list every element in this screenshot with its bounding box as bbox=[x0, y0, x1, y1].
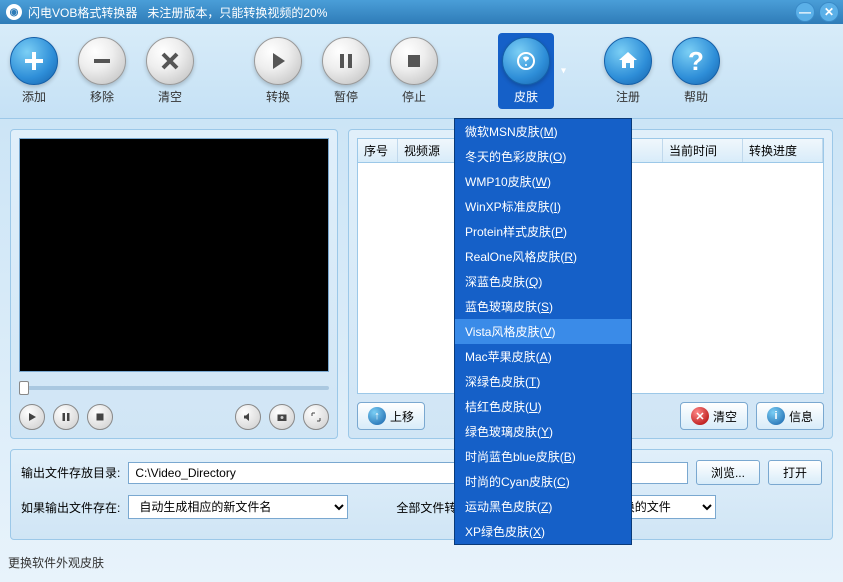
output-dir-label: 输出文件存放目录: bbox=[21, 464, 120, 481]
skin-menu-item[interactable]: Mac苹果皮肤(A) bbox=[455, 344, 631, 369]
stop-button[interactable]: 停止 bbox=[390, 37, 438, 105]
col-index[interactable]: 序号 bbox=[358, 139, 398, 162]
skin-menu-item[interactable]: 时尚的Cyan皮肤(C) bbox=[455, 469, 631, 494]
app-subtitle: 未注册版本，只能转换视频的20% bbox=[147, 4, 327, 21]
stop-icon bbox=[94, 411, 106, 423]
minus-icon bbox=[90, 49, 114, 73]
minimize-button[interactable]: — bbox=[795, 2, 815, 22]
home-icon bbox=[616, 49, 640, 73]
media-snapshot-button[interactable] bbox=[269, 404, 295, 430]
media-play-button[interactable] bbox=[19, 404, 45, 430]
skin-menu-item[interactable]: RealOne风格皮肤(R) bbox=[455, 244, 631, 269]
clear-button[interactable]: 清空 bbox=[146, 37, 194, 105]
media-stop-button[interactable] bbox=[87, 404, 113, 430]
seek-slider[interactable] bbox=[19, 378, 329, 398]
col-progress[interactable]: 转换进度 bbox=[743, 139, 823, 162]
if-exists-select[interactable]: 自动生成相应的新文件名 bbox=[128, 495, 348, 519]
media-controls bbox=[19, 404, 329, 430]
col-source[interactable]: 视频源 bbox=[398, 139, 458, 162]
skin-menu-item[interactable]: 绿色玻璃皮肤(Y) bbox=[455, 419, 631, 444]
pause-button[interactable]: 暂停 bbox=[322, 37, 370, 105]
expand-icon bbox=[310, 411, 322, 423]
video-preview bbox=[19, 138, 329, 372]
info-icon: i bbox=[767, 407, 785, 425]
skin-menu-item[interactable]: XP绿色皮肤(X) bbox=[455, 519, 631, 544]
skin-menu-item[interactable]: 冬天的色彩皮肤(O) bbox=[455, 144, 631, 169]
status-bar: 更换软件外观皮肤 bbox=[0, 550, 843, 575]
skin-button[interactable]: 皮肤 bbox=[502, 37, 550, 105]
skin-menu-item[interactable]: 蓝色玻璃皮肤(S) bbox=[455, 294, 631, 319]
x-icon: ✕ bbox=[691, 407, 709, 425]
if-exists-label: 如果输出文件存在: bbox=[21, 499, 120, 516]
skin-menu-item[interactable]: 时尚蓝色blue皮肤(B) bbox=[455, 444, 631, 469]
add-button[interactable]: 添加 bbox=[10, 37, 58, 105]
skin-menu-item[interactable]: 运动黑色皮肤(Z) bbox=[455, 494, 631, 519]
help-button[interactable]: ? 帮助 bbox=[672, 37, 720, 105]
browse-button[interactable]: 浏览... bbox=[696, 460, 760, 485]
media-fullscreen-button[interactable] bbox=[303, 404, 329, 430]
app-logo: ◉ bbox=[6, 4, 22, 20]
question-icon: ? bbox=[688, 46, 704, 77]
info-button[interactable]: i信息 bbox=[756, 402, 824, 430]
register-button[interactable]: 注册 bbox=[604, 37, 652, 105]
convert-button[interactable]: 转换 bbox=[254, 37, 302, 105]
media-pause-button[interactable] bbox=[53, 404, 79, 430]
pause-icon bbox=[60, 411, 72, 423]
x-icon bbox=[158, 49, 182, 73]
col-time[interactable]: 当前时间 bbox=[663, 139, 743, 162]
play-icon bbox=[26, 411, 38, 423]
play-icon bbox=[266, 49, 290, 73]
remove-button[interactable]: 移除 bbox=[78, 37, 126, 105]
open-button[interactable]: 打开 bbox=[768, 460, 822, 485]
skin-menu-item[interactable]: Vista风格皮肤(V) bbox=[455, 319, 631, 344]
output-panel: 输出文件存放目录: 浏览... 打开 如果输出文件存在: 自动生成相应的新文件名… bbox=[10, 449, 833, 540]
plus-icon bbox=[22, 49, 46, 73]
list-clear-button[interactable]: ✕清空 bbox=[680, 402, 748, 430]
pause-icon bbox=[334, 49, 358, 73]
skin-menu-item[interactable]: WinXP标准皮肤(I) bbox=[455, 194, 631, 219]
skin-menu-item[interactable]: 深绿色皮肤(T) bbox=[455, 369, 631, 394]
skin-menu-item[interactable]: Protein样式皮肤(P) bbox=[455, 219, 631, 244]
skin-menu-item[interactable]: 微软MSN皮肤(M) bbox=[455, 119, 631, 144]
move-up-button[interactable]: ↑上移 bbox=[357, 402, 425, 430]
chevron-down-icon[interactable]: ▾ bbox=[561, 66, 566, 77]
skin-menu-item[interactable]: WMP10皮肤(W) bbox=[455, 169, 631, 194]
app-title: 闪电VOB格式转换器 bbox=[28, 4, 137, 21]
titlebar: ◉ 闪电VOB格式转换器 未注册版本，只能转换视频的20% — ✕ bbox=[0, 0, 843, 24]
slider-thumb[interactable] bbox=[19, 381, 29, 395]
skin-button-group: 皮肤 ▾ bbox=[498, 33, 554, 109]
skin-menu-item[interactable]: 桔红色皮肤(U) bbox=[455, 394, 631, 419]
skin-dropdown-menu: 微软MSN皮肤(M)冬天的色彩皮肤(O)WMP10皮肤(W)WinXP标准皮肤(… bbox=[454, 118, 632, 545]
volume-icon bbox=[242, 411, 254, 423]
preview-panel bbox=[10, 129, 338, 439]
skin-icon bbox=[514, 49, 538, 73]
close-button[interactable]: ✕ bbox=[819, 2, 839, 22]
arrow-up-icon: ↑ bbox=[368, 407, 386, 425]
skin-menu-item[interactable]: 深蓝色皮肤(Q) bbox=[455, 269, 631, 294]
camera-icon bbox=[276, 411, 288, 423]
stop-icon bbox=[402, 49, 426, 73]
media-volume-button[interactable] bbox=[235, 404, 261, 430]
toolbar: 添加 移除 清空 转换 暂停 停止 皮肤 ▾ 注册 ? 帮助 bbox=[0, 24, 843, 119]
main-area: 序号 视频源 当前时间 转换进度 ↑上移 ✕清空 i信息 bbox=[0, 119, 843, 449]
